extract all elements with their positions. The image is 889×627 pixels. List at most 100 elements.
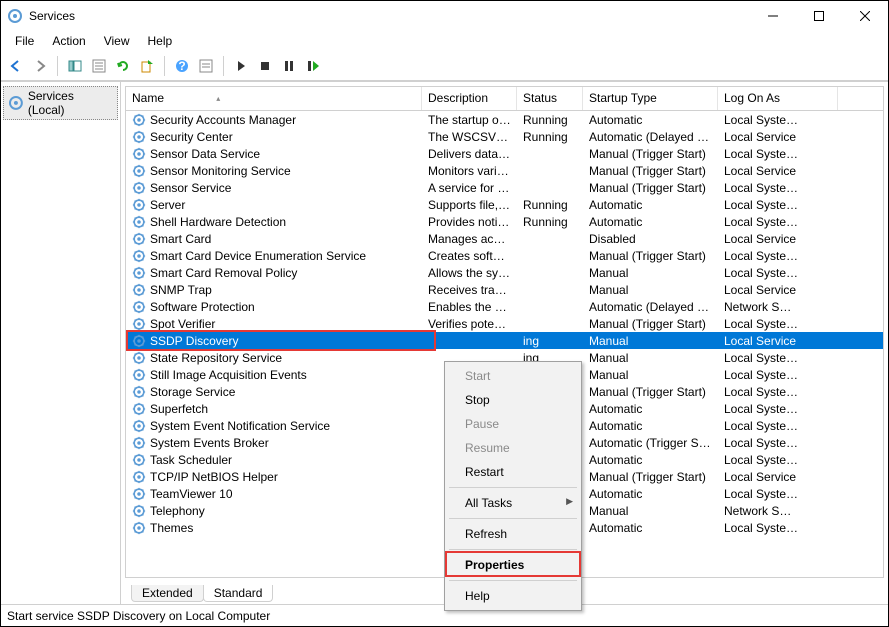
column-header-startup-type[interactable]: Startup Type — [583, 87, 718, 110]
svg-text:?: ? — [178, 59, 185, 73]
close-button[interactable] — [842, 1, 888, 31]
context-menu-separator — [449, 487, 577, 488]
service-logon-cell: Local Service — [718, 334, 808, 348]
service-name-cell: Smart Card — [126, 232, 422, 246]
service-logon-cell: Local Syste… — [718, 419, 808, 433]
export-list-icon[interactable] — [88, 55, 110, 77]
service-logon-cell: Local Syste… — [718, 402, 808, 416]
service-startup-cell: Automatic — [583, 487, 718, 501]
service-startup-cell: Automatic (Delayed … — [583, 300, 718, 314]
service-name-cell: TeamViewer 10 — [126, 487, 422, 501]
properties-icon[interactable] — [195, 55, 217, 77]
list-header: Name ▴DescriptionStatusStartup TypeLog O… — [126, 87, 883, 111]
service-startup-cell: Automatic (Delayed … — [583, 130, 718, 144]
service-logon-cell: Local Syste… — [718, 215, 808, 229]
tab-standard[interactable]: Standard — [203, 585, 274, 602]
service-startup-cell: Manual — [583, 334, 718, 348]
service-row[interactable]: Software ProtectionEnables the do…Automa… — [126, 298, 883, 315]
service-row[interactable]: SSDP DiscoveryingManualLocal Service — [126, 332, 883, 349]
service-row[interactable]: Shell Hardware DetectionProvides notifi…… — [126, 213, 883, 230]
menu-file[interactable]: File — [7, 32, 42, 50]
service-startup-cell: Manual (Trigger Start) — [583, 249, 718, 263]
service-row[interactable]: Smart CardManages acces…DisabledLocal Se… — [126, 230, 883, 247]
service-startup-cell: Automatic — [583, 198, 718, 212]
service-logon-cell: Local Service — [718, 283, 808, 297]
refresh-icon[interactable] — [112, 55, 134, 77]
service-name-cell: Sensor Data Service — [126, 147, 422, 161]
service-startup-cell: Manual (Trigger Start) — [583, 181, 718, 195]
service-row[interactable]: Sensor Monitoring ServiceMonitors vario…… — [126, 162, 883, 179]
service-startup-cell: Automatic — [583, 521, 718, 535]
service-startup-cell: Manual — [583, 504, 718, 518]
service-name-cell: SSDP Discovery — [126, 334, 422, 348]
service-row[interactable]: SNMP TrapReceives trap …ManualLocal Serv… — [126, 281, 883, 298]
service-row[interactable]: Sensor ServiceA service for se…Manual (T… — [126, 179, 883, 196]
service-name-cell: Smart Card Removal Policy — [126, 266, 422, 280]
service-name-cell: State Repository Service — [126, 351, 422, 365]
service-row[interactable]: Security Accounts ManagerThe startup of … — [126, 111, 883, 128]
service-logon-cell: Local Syste… — [718, 487, 808, 501]
service-logon-cell: Local Syste… — [718, 436, 808, 450]
service-desc-cell: Supports file, p… — [422, 198, 517, 212]
column-header-log-on-as[interactable]: Log On As — [718, 87, 838, 110]
service-row[interactable]: ServerSupports file, p…RunningAutomaticL… — [126, 196, 883, 213]
show-hide-tree-icon[interactable] — [64, 55, 86, 77]
service-row[interactable]: Smart Card Device Enumeration ServiceCre… — [126, 247, 883, 264]
context-menu-refresh[interactable]: Refresh — [447, 522, 579, 546]
toolbar: ? — [1, 51, 888, 81]
service-status-cell: Running — [517, 198, 583, 212]
service-status-cell: Running — [517, 113, 583, 127]
toolbar-separator — [57, 56, 58, 76]
help-icon[interactable]: ? — [171, 55, 193, 77]
column-header-status[interactable]: Status — [517, 87, 583, 110]
service-row[interactable]: Security CenterThe WSCSVC (…RunningAutom… — [126, 128, 883, 145]
maximize-button[interactable] — [796, 1, 842, 31]
service-name-cell: TCP/IP NetBIOS Helper — [126, 470, 422, 484]
start-service-icon[interactable] — [230, 55, 252, 77]
service-logon-cell: Network S… — [718, 504, 808, 518]
column-header-description[interactable]: Description — [422, 87, 517, 110]
restart-service-icon[interactable] — [302, 55, 324, 77]
minimize-button[interactable] — [750, 1, 796, 31]
service-status-cell: Running — [517, 130, 583, 144]
column-header-name[interactable]: Name ▴ — [126, 87, 422, 110]
menu-action[interactable]: Action — [44, 32, 93, 50]
forward-icon[interactable] — [29, 55, 51, 77]
service-name-cell: System Event Notification Service — [126, 419, 422, 433]
service-startup-cell: Manual (Trigger Start) — [583, 470, 718, 484]
service-desc-cell: Receives trap … — [422, 283, 517, 297]
service-logon-cell: Local Syste… — [718, 368, 808, 382]
service-status-cell: Running — [517, 215, 583, 229]
menu-view[interactable]: View — [96, 32, 138, 50]
service-logon-cell: Local Syste… — [718, 453, 808, 467]
service-desc-cell: The WSCSVC (… — [422, 130, 517, 144]
context-menu-restart[interactable]: Restart — [447, 460, 579, 484]
service-logon-cell: Local Syste… — [718, 351, 808, 365]
service-startup-cell: Manual (Trigger Start) — [583, 385, 718, 399]
stop-service-icon[interactable] — [254, 55, 276, 77]
service-row[interactable]: Spot VerifierVerifies potenti…Manual (Tr… — [126, 315, 883, 332]
back-icon[interactable] — [5, 55, 27, 77]
service-row[interactable]: Smart Card Removal PolicyAllows the syst… — [126, 264, 883, 281]
menu-help[interactable]: Help — [140, 32, 181, 50]
pause-service-icon[interactable] — [278, 55, 300, 77]
export-icon[interactable] — [136, 55, 158, 77]
service-desc-cell: Allows the syst… — [422, 266, 517, 280]
context-menu-all-tasks[interactable]: All Tasks — [447, 491, 579, 515]
tab-extended[interactable]: Extended — [131, 585, 204, 602]
context-menu-properties[interactable]: Properties — [447, 553, 579, 577]
service-desc-cell: Provides notifi… — [422, 215, 517, 229]
service-logon-cell: Local Syste… — [718, 385, 808, 399]
context-menu-stop[interactable]: Stop — [447, 388, 579, 412]
context-menu-separator — [449, 549, 577, 550]
tree-root-services-local[interactable]: Services (Local) — [3, 86, 118, 120]
service-name-cell: Smart Card Device Enumeration Service — [126, 249, 422, 263]
service-logon-cell: Local Syste… — [718, 266, 808, 280]
service-name-cell: Storage Service — [126, 385, 422, 399]
services-app-icon — [7, 8, 23, 24]
service-startup-cell: Manual — [583, 266, 718, 280]
service-name-cell: Themes — [126, 521, 422, 535]
context-menu-help[interactable]: Help — [447, 584, 579, 608]
service-logon-cell: Local Syste… — [718, 181, 808, 195]
service-row[interactable]: Sensor Data ServiceDelivers data fr…Manu… — [126, 145, 883, 162]
